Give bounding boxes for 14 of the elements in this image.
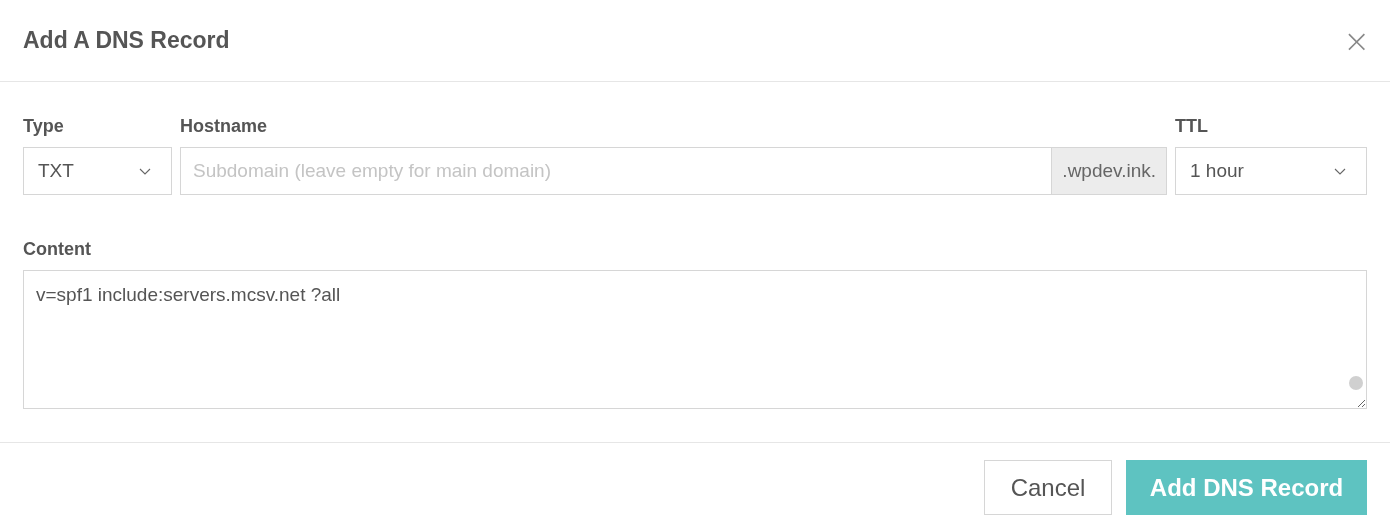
dialog-title: Add A DNS Record [23,27,230,54]
close-button[interactable]: × [1343,24,1370,57]
type-label: Type [23,116,64,137]
type-select[interactable]: TXT [23,147,172,195]
cancel-button[interactable]: Cancel [984,460,1112,515]
chevron-down-icon [1334,167,1346,175]
domain-suffix: .wpdev.ink. [1051,147,1167,195]
content-label: Content [23,239,91,260]
ttl-label: TTL [1175,116,1208,137]
chevron-down-icon [139,167,151,175]
hostname-input[interactable]: Subdomain (leave empty for main domain) [180,147,1052,195]
ttl-select[interactable]: 1 hour [1175,147,1367,195]
content-textarea[interactable]: v=spf1 include:servers.mcsv.net ?all [23,270,1367,409]
hostname-label: Hostname [180,116,268,137]
